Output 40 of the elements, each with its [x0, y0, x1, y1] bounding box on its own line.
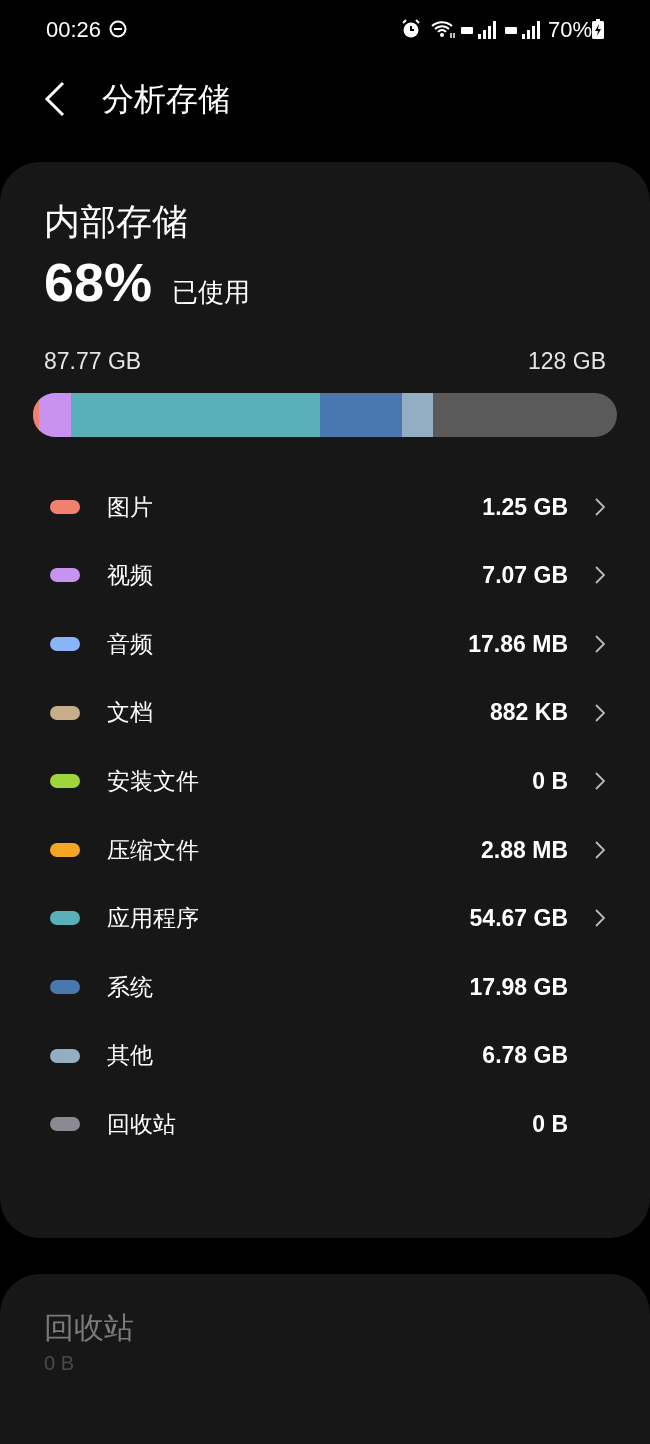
category-name: 回收站 [107, 1109, 177, 1139]
used-label: 已使用 [172, 276, 251, 309]
battery-icon [592, 19, 604, 39]
category-name: 视频 [107, 561, 154, 591]
category-row[interactable]: 安装文件 0 B [44, 746, 606, 816]
category-name: 应用程序 [107, 904, 200, 934]
category-row[interactable]: 文档 882 KB [44, 678, 606, 747]
status-time: 00:26 [46, 15, 102, 44]
category-name: 音频 [107, 629, 154, 659]
category-name: 图片 [107, 492, 154, 522]
category-size: 7.07 GB [482, 561, 568, 591]
category-size: 1.25 GB [482, 492, 568, 522]
trash-title: 回收站 [44, 1310, 135, 1346]
battery-percent: 70% [547, 15, 592, 44]
category-size: 54.67 GB [469, 904, 568, 934]
wifi-icon [429, 19, 456, 39]
category-row[interactable]: 压缩文件 2.88 MB [44, 815, 606, 885]
card-title: 内部存储 [44, 200, 189, 244]
category-size: 6.78 GB [482, 1041, 568, 1071]
category-row[interactable]: 应用程序 54.67 GB [44, 884, 606, 953]
category-size: 0 B [532, 1109, 568, 1139]
category-size: 17.98 GB [469, 972, 568, 1002]
category-name: 系统 [107, 972, 154, 1002]
page-title: 分析存储 [102, 80, 230, 119]
category-name: 压缩文件 [107, 835, 200, 865]
category-name: 文档 [107, 698, 154, 728]
category-size: 0 B [532, 766, 568, 796]
category-name: 其他 [107, 1041, 154, 1071]
category-row[interactable]: 图片 1.25 GB [44, 472, 606, 542]
total-amount: 128 GB [528, 347, 606, 376]
category-row[interactable]: 音频 17.86 MB [44, 609, 606, 679]
used-percent: 68% [44, 251, 153, 314]
back-icon[interactable] [44, 81, 66, 117]
category-size: 17.86 MB [468, 629, 568, 659]
category-size: 882 KB [490, 698, 568, 728]
used-amount: 87.77 GB [44, 347, 142, 376]
category-row[interactable]: 视频 7.07 GB [44, 541, 606, 610]
do-not-disturb-icon [109, 20, 128, 38]
category-name: 安装文件 [107, 766, 200, 796]
category-size: 2.88 MB [481, 835, 568, 865]
